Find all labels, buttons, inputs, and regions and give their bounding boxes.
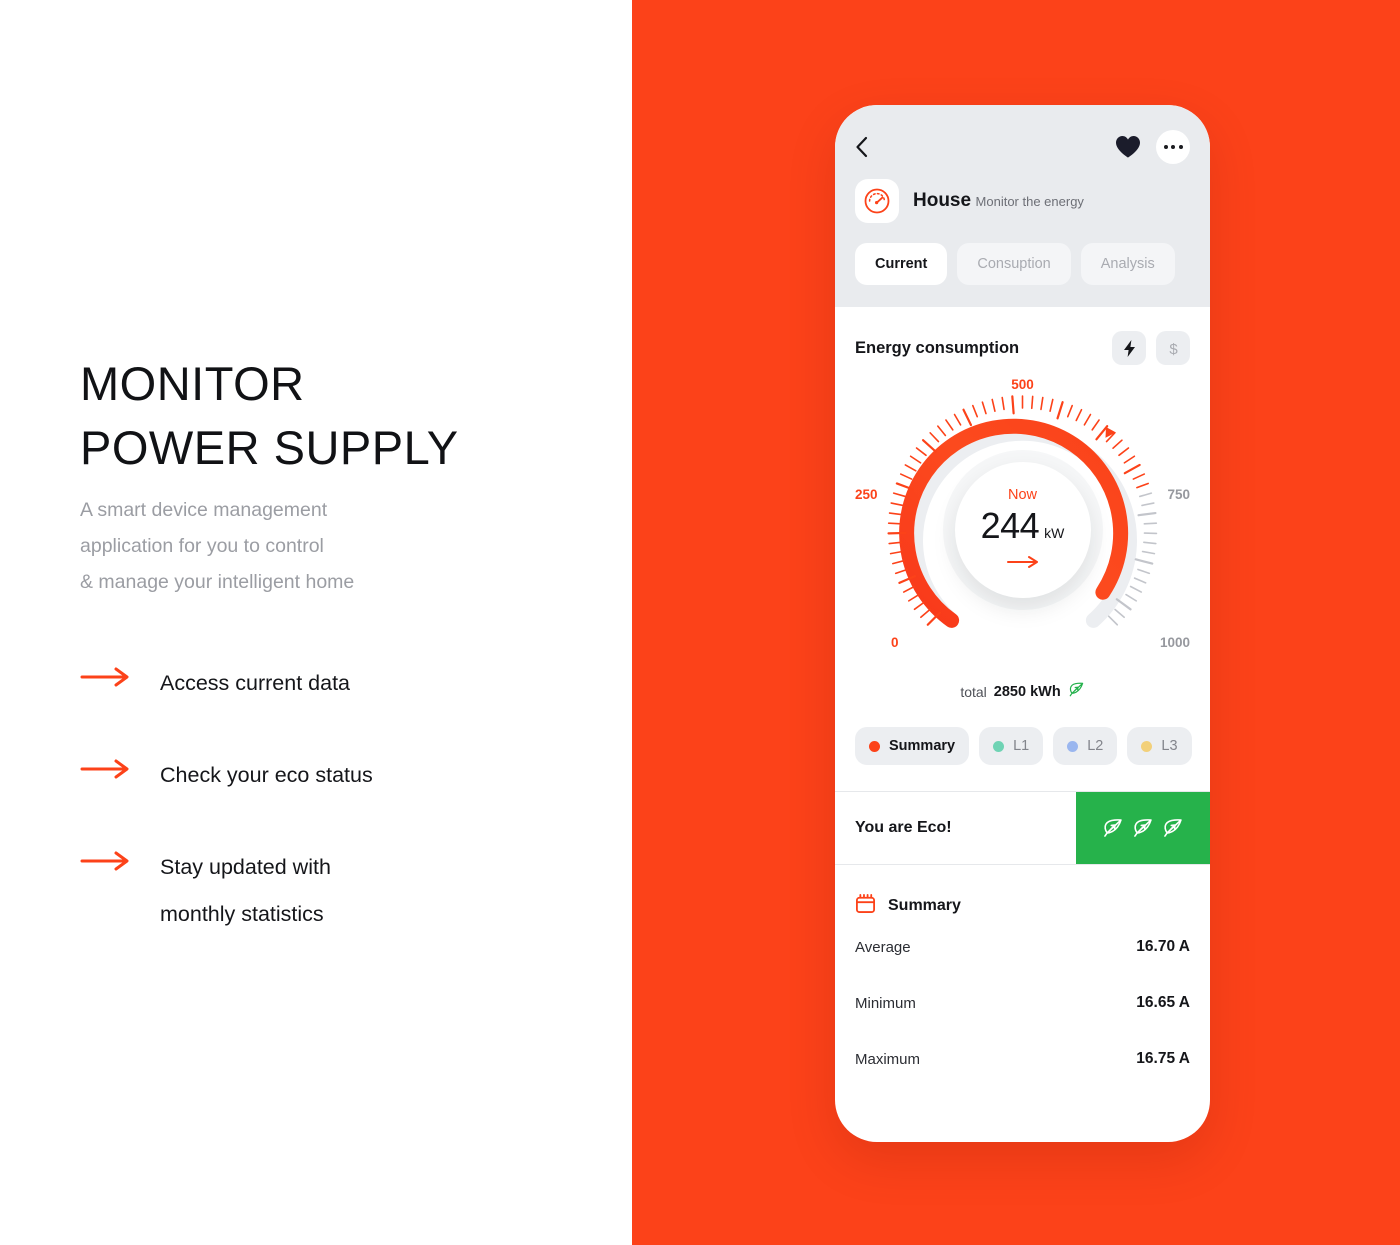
row-value: 16.75 A [1136,1050,1190,1067]
tab-analysis[interactable]: Analysis [1080,243,1175,285]
device-summary: House Monitor the energy [855,179,1190,223]
chip-dot-l2 [1067,740,1079,752]
leaf-icon [1134,819,1152,837]
gauge-center-readout[interactable]: Now 244 kW [954,462,1091,598]
row-label: Average [855,938,911,956]
gauge-speedometer-icon [855,179,899,223]
page-title: MONITOR POWER SUPPLY [80,352,459,480]
total-label: total [960,684,987,700]
subtitle-line-2: application for you to control [80,535,324,557]
gauge-tick-label-750: 750 [1167,487,1190,502]
chip-l1[interactable]: L1 [979,727,1044,765]
heart-filled-icon[interactable] [1114,134,1142,160]
leaf-icon [1068,681,1085,703]
subtitle-paragraph: A smart device management application fo… [80,492,354,600]
right-orange-panel: House Monitor the energy Current Consupt… [632,0,1400,1245]
subtitle-line-1: A smart device management [80,499,328,521]
calendar-icon [855,893,876,919]
unit-toggle-group: $ [1112,331,1190,365]
total-value: 2850 kWh [993,684,1061,700]
chip-summary-label: Summary [889,738,956,754]
headline-line-1: MONITOR [80,357,305,410]
lightning-bolt-icon[interactable] [1112,331,1146,365]
table-row: Maximum 16.75 A [855,1031,1190,1087]
more-horizontal-icon[interactable] [1156,130,1190,164]
summary-header: Summary [835,865,1210,919]
feature-item-3-text: Stay updated with monthly statistics [160,844,331,938]
chip-l2-label: L2 [1087,738,1104,754]
headline-line-2: POWER SUPPLY [80,421,459,474]
app-nav-bar [855,105,1190,175]
feature-item-1-text: Access current data [160,660,350,707]
gauge-unit: kW [1044,524,1065,541]
device-name: House [913,190,972,211]
gauge-tick-label-500: 500 [1011,377,1034,392]
tab-consuption[interactable]: Consuption [957,243,1071,285]
feature-1-line-1: Access current data [160,671,351,695]
summary-table: Average 16.70 A Minimum 16.65 A Maximum … [835,919,1210,1087]
app-content: Energy consumption $ 500 250 0 750 1000 … [835,307,1210,765]
chip-dot-summary [869,740,880,752]
chip-summary[interactable]: Summary [855,727,970,765]
energy-section-header: Energy consumption $ [855,307,1190,365]
chip-dot-l3 [1141,740,1153,752]
eco-badge-group [1076,792,1210,864]
tab-bar: Current Consuption Analysis [855,243,1190,285]
feature-item-3: Stay updated with monthly statistics [80,844,550,938]
chip-l3-label: L3 [1161,738,1178,754]
table-row: Minimum 16.65 A [855,975,1190,1031]
row-label: Minimum [855,994,916,1012]
gauge-value: 244 [980,504,1040,546]
gauge-now-label: Now [1007,486,1037,503]
more-dot [1178,145,1183,149]
eco-status-label: You are Eco! [835,792,1076,864]
left-marketing-panel: MONITOR POWER SUPPLY A smart device mana… [0,0,632,1245]
gauge-value-row: 244 kW [981,505,1065,547]
eco-status-banner[interactable]: You are Eco! [835,792,1210,864]
dollar-sign-icon[interactable]: $ [1156,331,1190,365]
nav-actions [1114,130,1190,164]
arrow-right-icon [80,752,160,782]
phone-mockup: House Monitor the energy Current Consupt… [835,105,1210,1142]
device-meta: House Monitor the energy [913,189,1084,213]
feature-3-line-1: Stay updated with [160,855,331,879]
feature-item-1: Access current data [80,660,550,707]
table-row: Average 16.70 A [855,919,1190,975]
subtitle-line-3: & manage your intelligent home [80,571,355,593]
energy-gauge: 500 250 0 750 1000 Now 244 kW [855,377,1190,677]
device-subtitle: Monitor the energy [975,194,1084,209]
leaf-icon [1164,819,1182,837]
gauge-tick-label-250: 250 [855,487,878,502]
arrow-right-icon [80,844,160,874]
summary-title: Summary [888,897,961,914]
chip-dot-l1 [993,740,1005,752]
arrow-right-icon[interactable] [1006,555,1040,574]
series-legend: Summary L1 L2 L3 [855,727,1192,765]
chevron-left-icon[interactable] [855,134,881,160]
poster-root: MONITOR POWER SUPPLY A smart device mana… [0,0,1400,1245]
tab-current[interactable]: Current [855,243,948,285]
arrow-right-icon [80,660,160,690]
more-dot [1163,145,1168,149]
row-value: 16.65 A [1136,994,1190,1011]
feature-list: Access current data Check your eco statu… [80,660,550,964]
chip-l3[interactable]: L3 [1127,727,1192,765]
gauge-tick-label-0: 0 [891,635,899,650]
feature-3-line-2: monthly statistics [160,902,324,926]
row-value: 16.70 A [1136,938,1190,955]
energy-section-title: Energy consumption [855,338,1020,357]
feature-item-2-text: Check your eco status [160,752,373,799]
app-header: House Monitor the energy Current Consupt… [835,105,1210,307]
feature-item-2: Check your eco status [80,752,550,799]
feature-2-line-1: Check your eco status [160,763,373,787]
more-dot [1171,145,1175,149]
chip-l1-label: L1 [1013,738,1030,754]
svg-text:$: $ [1169,341,1178,358]
chip-l2[interactable]: L2 [1053,727,1118,765]
gauge-tick-label-1000: 1000 [1159,635,1190,650]
row-label: Maximum [855,1050,921,1068]
total-consumption-row: total 2850 kWh [855,681,1190,703]
leaf-icon [1104,819,1122,837]
